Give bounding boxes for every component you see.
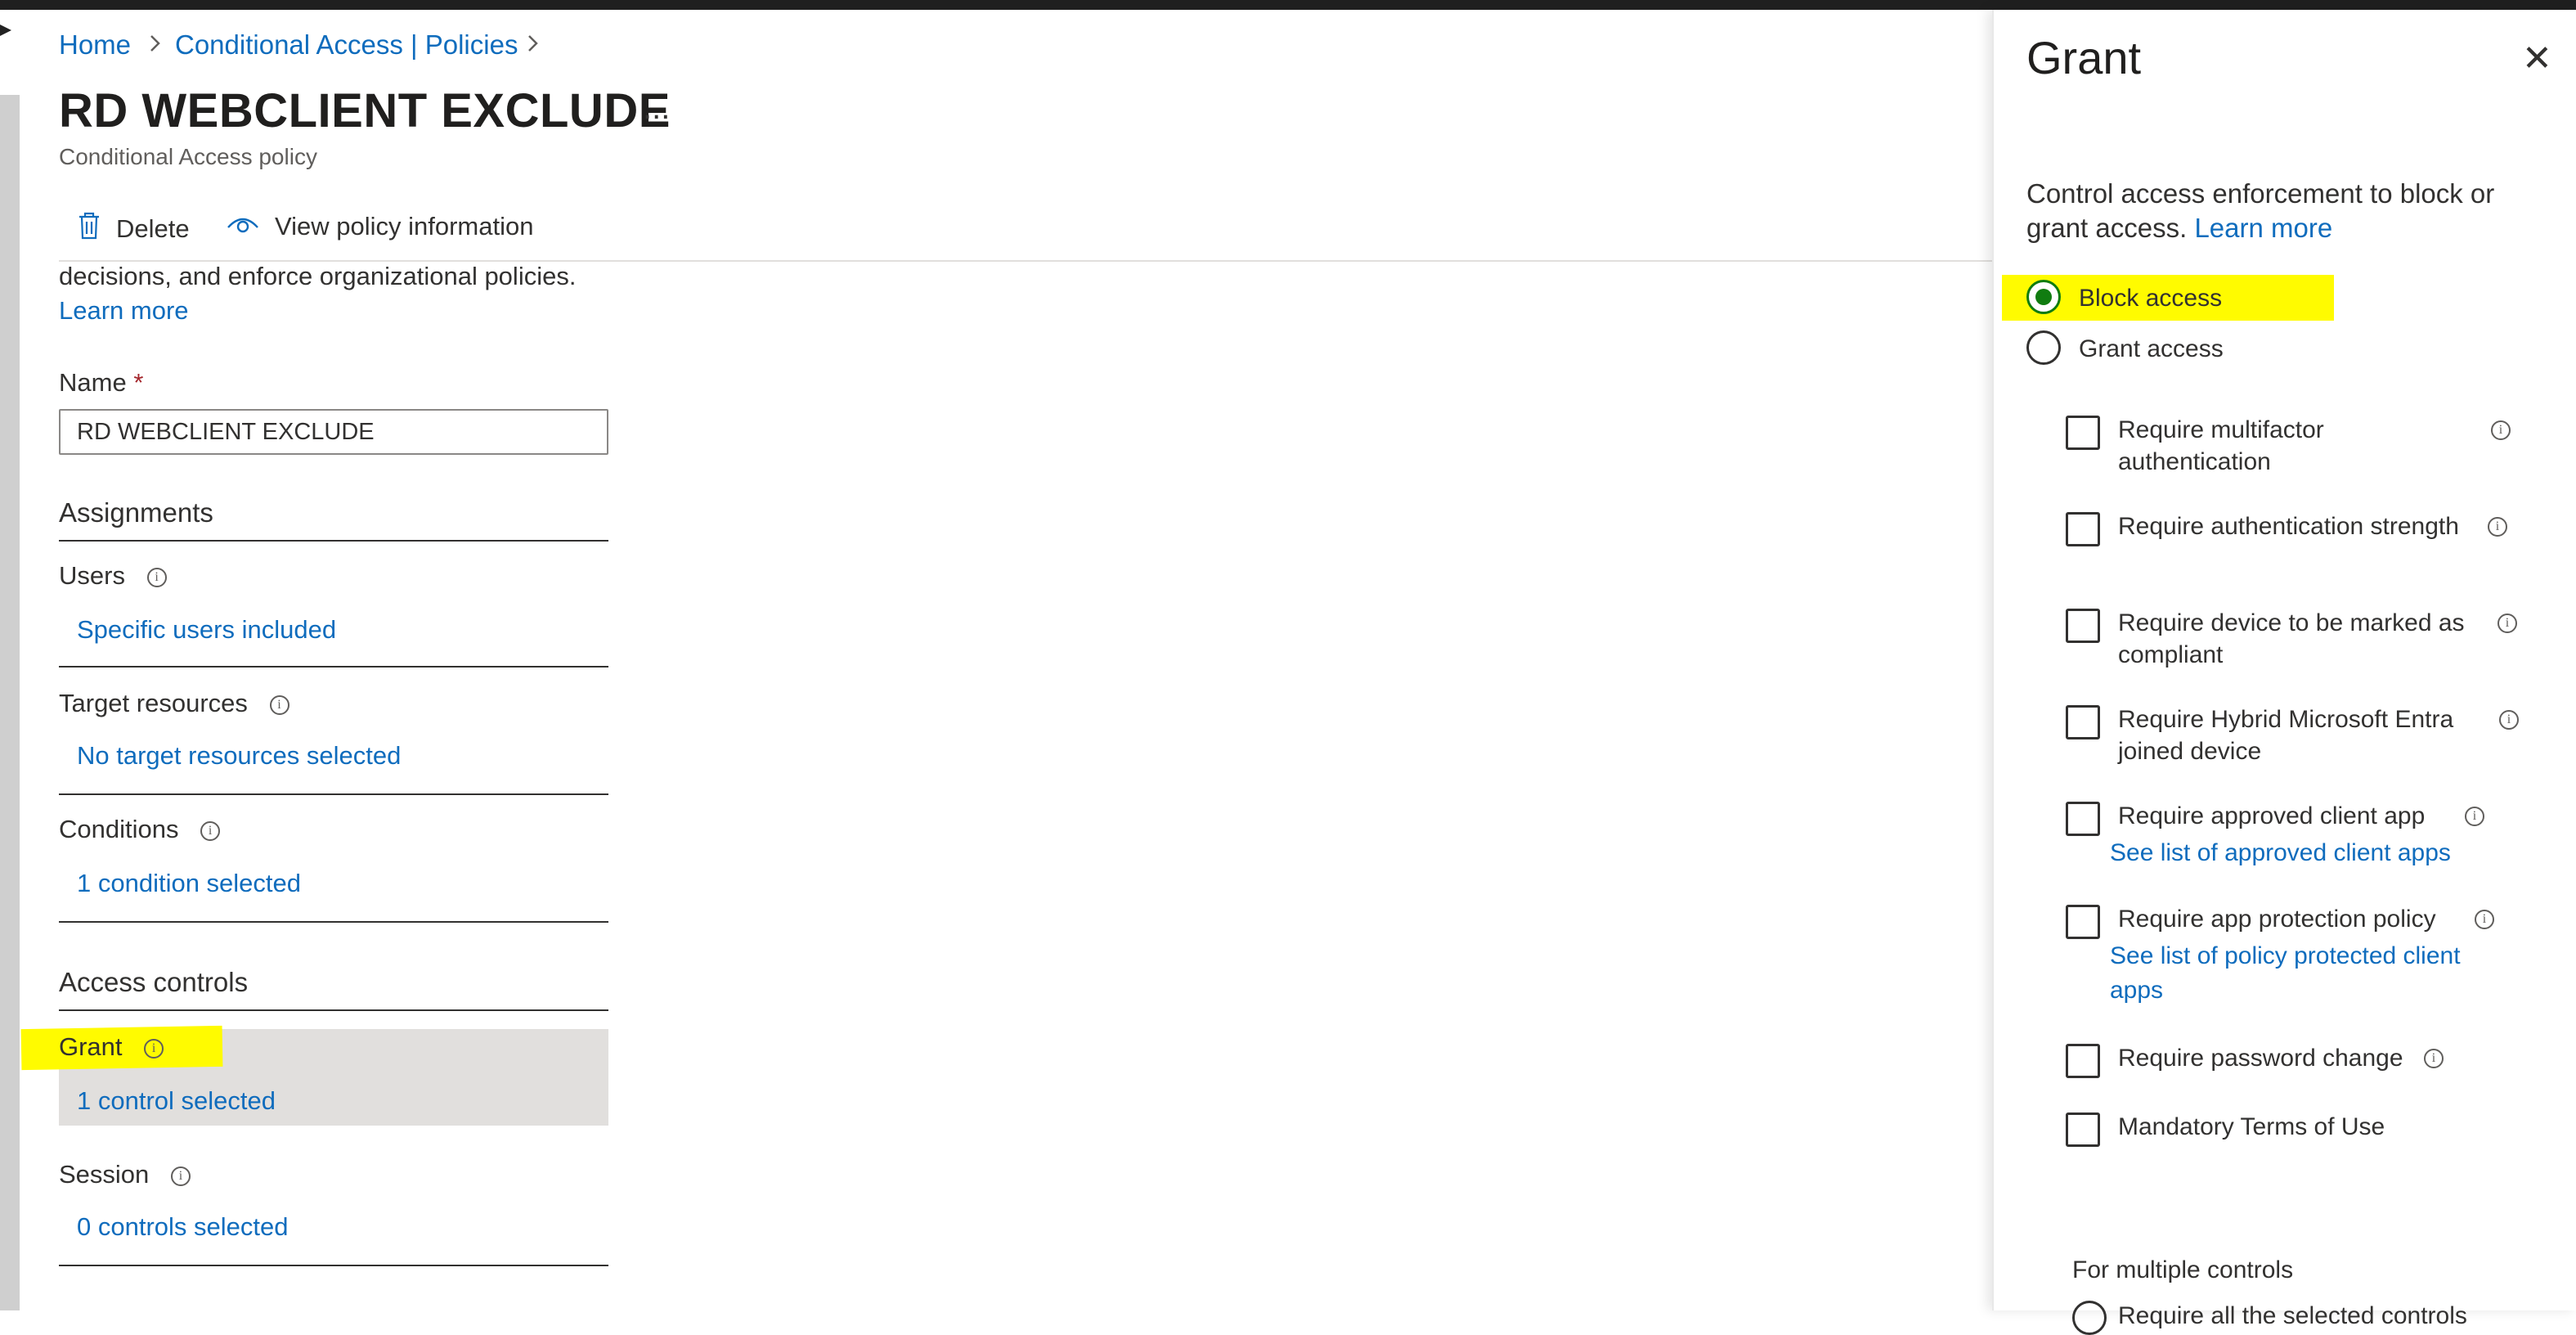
page-subtitle: Conditional Access policy	[59, 144, 317, 169]
require-hybrid-joined-checkbox[interactable]	[2066, 705, 2100, 739]
assignments-divider	[59, 540, 608, 542]
require-password-change-checkbox[interactable]	[2066, 1044, 2100, 1078]
access-controls-divider	[59, 1009, 608, 1011]
mandatory-terms-checkbox[interactable]	[2066, 1112, 2100, 1147]
require-hybrid-joined-label: Require Hybrid Microsoft Entra joined de…	[2118, 706, 2454, 765]
delete-label: Delete	[116, 214, 190, 243]
access-controls-heading: Access controls	[59, 967, 249, 997]
info-icon[interactable]: i	[170, 1166, 191, 1186]
users-divider	[59, 666, 608, 668]
info-icon[interactable]: i	[2465, 807, 2484, 826]
trash-icon	[77, 211, 101, 247]
require-compliant-device-checkbox[interactable]	[2066, 609, 2100, 643]
conditions-link[interactable]: 1 condition selected	[77, 869, 301, 898]
info-icon[interactable]: i	[146, 567, 167, 587]
require-approved-client-app-label: Require approved client app	[2118, 802, 2426, 829]
info-icon[interactable]: i	[2491, 420, 2511, 440]
info-icon[interactable]: i	[2497, 614, 2517, 633]
grant-access-radio[interactable]	[2026, 330, 2061, 365]
assignments-heading: Assignments	[59, 497, 213, 528]
info-icon[interactable]: i	[2475, 910, 2494, 929]
more-options-button[interactable]: ...	[643, 90, 670, 127]
left-nav-strip	[0, 10, 20, 1310]
require-auth-strength-label: Require authentication strength	[2118, 513, 2459, 540]
delete-button[interactable]: Delete	[77, 211, 190, 247]
top-bar	[0, 0, 2576, 10]
approved-client-apps-link[interactable]: See list of approved client apps	[2110, 836, 2451, 870]
mandatory-terms-label: Mandatory Terms of Use	[2118, 1113, 2385, 1140]
target-resources-link[interactable]: No target resources selected	[77, 741, 401, 771]
view-policy-information-label: View policy information	[275, 212, 534, 240]
block-access-radio[interactable]	[2026, 280, 2061, 314]
grant-link[interactable]: 1 control selected	[77, 1086, 276, 1116]
view-policy-information-button[interactable]: View policy information	[226, 211, 533, 242]
info-icon[interactable]: i	[144, 1038, 164, 1059]
conditions-divider	[59, 921, 608, 923]
require-auth-strength-checkbox[interactable]	[2066, 512, 2100, 546]
breadcrumb-policies[interactable]: Conditional Access | Policies	[175, 29, 518, 61]
grant-access-label: Grant access	[2079, 335, 2224, 362]
info-icon[interactable]: i	[2499, 710, 2519, 730]
session-link[interactable]: 0 controls selected	[77, 1212, 288, 1242]
info-icon[interactable]: i	[200, 820, 221, 841]
users-label: Users i	[59, 561, 167, 591]
session-divider	[59, 1265, 608, 1266]
conditions-label: Conditions i	[59, 815, 221, 844]
info-icon[interactable]: i	[269, 694, 289, 715]
require-compliant-device-label: Require device to be marked as compliant	[2118, 609, 2465, 668]
info-icon[interactable]: i	[2488, 517, 2507, 537]
breadcrumb-home[interactable]: Home	[59, 29, 131, 61]
target-resources-label: Target resources i	[59, 689, 289, 718]
chevron-right-icon	[525, 31, 541, 62]
required-indicator: *	[133, 368, 144, 397]
info-icon[interactable]: i	[2424, 1049, 2444, 1068]
name-field[interactable]	[59, 409, 608, 455]
require-mfa-label: Require multifactor authentication	[2118, 416, 2324, 475]
block-access-label: Block access	[2079, 285, 2223, 312]
require-app-protection-checkbox[interactable]	[2066, 905, 2100, 939]
policy-description: decisions, and enforce organizational po…	[59, 262, 577, 290]
panel-learn-more-link[interactable]: Learn more	[2194, 213, 2332, 243]
require-all-controls-label: Require all the selected controls	[2118, 1302, 2467, 1329]
chevron-right-icon	[147, 31, 164, 62]
policy-protected-apps-link[interactable]: See list of policy protected client apps	[2110, 939, 2494, 1008]
require-all-controls-radio[interactable]	[2072, 1301, 2107, 1335]
collapse-arrow-icon[interactable]	[0, 25, 11, 36]
grant-panel: Grant ✕ Control access enforcement to bl…	[1992, 10, 2576, 1335]
close-icon[interactable]: ✕	[2522, 41, 2552, 77]
target-resources-divider	[59, 793, 608, 795]
multiple-controls-label: For multiple controls	[2072, 1256, 2294, 1283]
session-label: Session i	[59, 1160, 191, 1189]
name-label: Name *	[59, 368, 144, 397]
learn-more-link[interactable]: Learn more	[59, 296, 189, 326]
require-approved-client-app-checkbox[interactable]	[2066, 802, 2100, 836]
eye-icon	[226, 211, 260, 242]
grant-label: Grant i	[59, 1032, 164, 1062]
require-app-protection-label: Require app protection policy	[2118, 906, 2436, 933]
page-title: RD WEBCLIENT EXCLUDE	[59, 84, 671, 137]
users-selection-link[interactable]: Specific users included	[77, 615, 336, 645]
panel-title: Grant	[2026, 32, 2142, 83]
panel-description: Control access enforcement to block or g…	[2026, 178, 2495, 243]
require-mfa-checkbox[interactable]	[2066, 416, 2100, 450]
